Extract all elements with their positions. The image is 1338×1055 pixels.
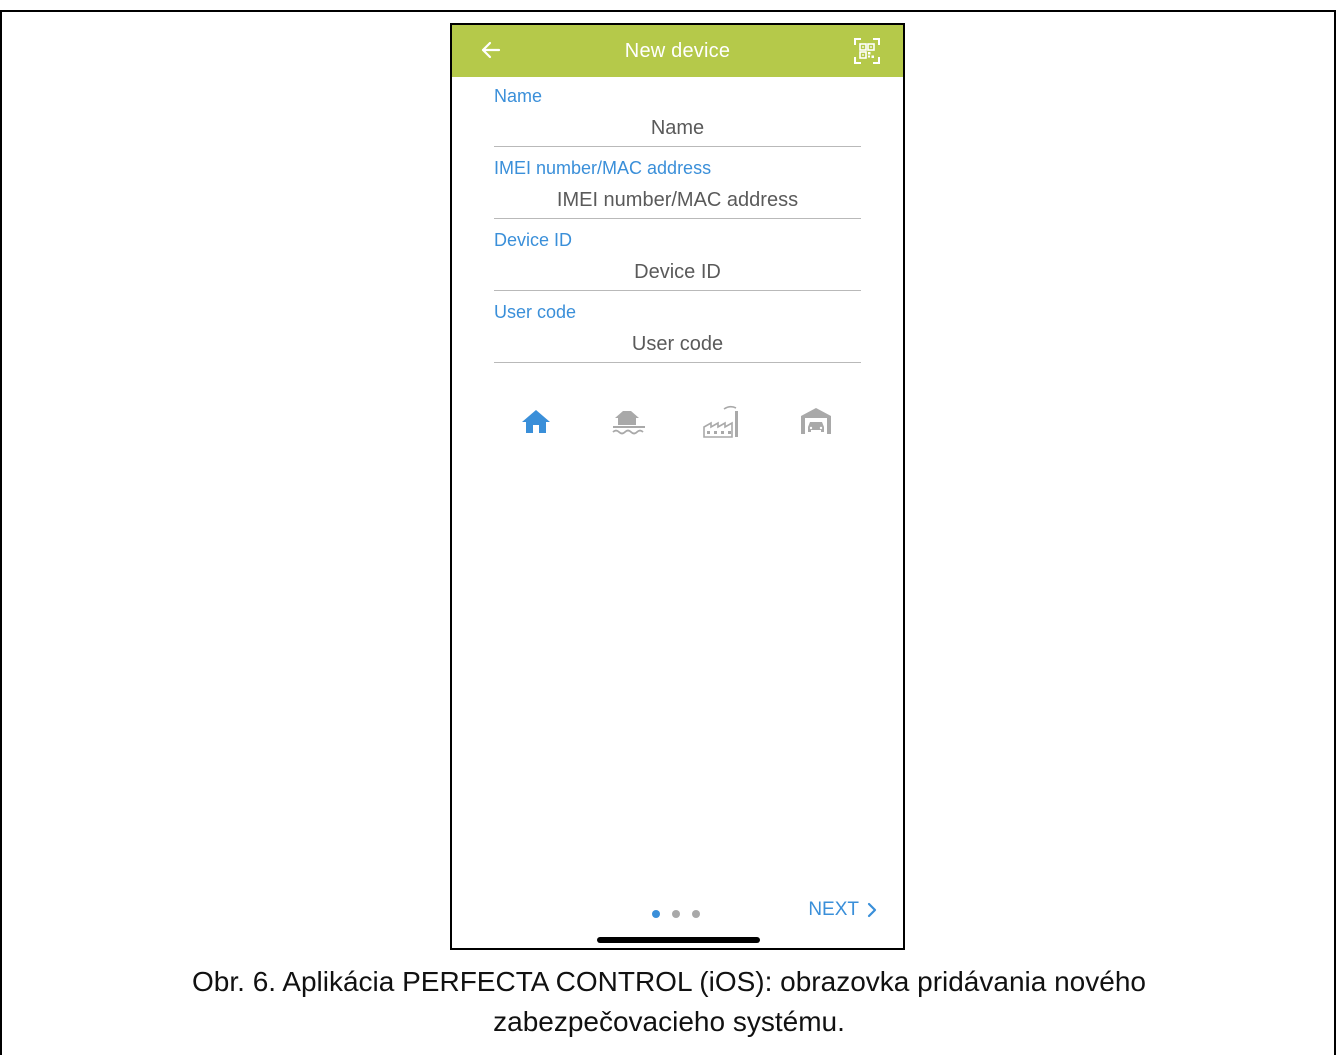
object-type-house[interactable] (518, 403, 554, 439)
phone-screen: New device Name IMEI number/MAC address (450, 23, 905, 950)
next-button[interactable]: NEXT (808, 899, 877, 921)
page-dot (692, 910, 700, 918)
lake-house-icon (612, 411, 645, 435)
page-title: New device (624, 39, 731, 62)
caption-line-1: Obr. 6. Aplikácia PERFECTA CONTROL (iOS)… (192, 966, 1146, 997)
field-underline (494, 362, 861, 363)
name-label: Name (494, 86, 543, 106)
qr-scan-icon (854, 38, 880, 64)
field-underline (494, 218, 861, 219)
factory-icon (703, 405, 738, 438)
field-underline (494, 146, 861, 147)
caption-line-2: zabezpečovacieho systému. (493, 1006, 845, 1037)
next-label: NEXT (808, 899, 859, 920)
page-indicator (652, 908, 702, 920)
house-icon (522, 410, 550, 433)
figure-caption: Obr. 6. Aplikácia PERFECTA CONTROL (iOS)… (0, 962, 1338, 1042)
app-header: New device (452, 25, 903, 77)
device-id-label: Device ID (494, 230, 573, 250)
name-field: Name (494, 86, 861, 152)
object-type-garage[interactable] (798, 403, 834, 439)
name-input[interactable] (494, 113, 861, 143)
imei-input[interactable] (494, 185, 861, 215)
page-dot-active (652, 910, 660, 918)
object-type-factory[interactable] (702, 403, 738, 439)
home-indicator[interactable] (597, 937, 760, 943)
object-type-selector (452, 403, 903, 447)
imei-label: IMEI number/MAC address (494, 158, 712, 178)
device-id-input[interactable] (494, 257, 861, 287)
device-id-field: Device ID (494, 230, 861, 296)
chevron-right-icon (867, 902, 877, 918)
page-dot (672, 910, 680, 918)
user-code-field: User code (494, 302, 861, 368)
field-underline (494, 290, 861, 291)
object-type-lake-house[interactable] (610, 403, 646, 439)
imei-field: IMEI number/MAC address (494, 158, 861, 224)
user-code-label: User code (494, 302, 577, 322)
user-code-input[interactable] (494, 329, 861, 359)
back-button[interactable] (478, 37, 504, 63)
arrow-left-icon (481, 41, 501, 59)
garage-icon (801, 408, 831, 434)
qr-scan-button[interactable] (853, 37, 881, 65)
